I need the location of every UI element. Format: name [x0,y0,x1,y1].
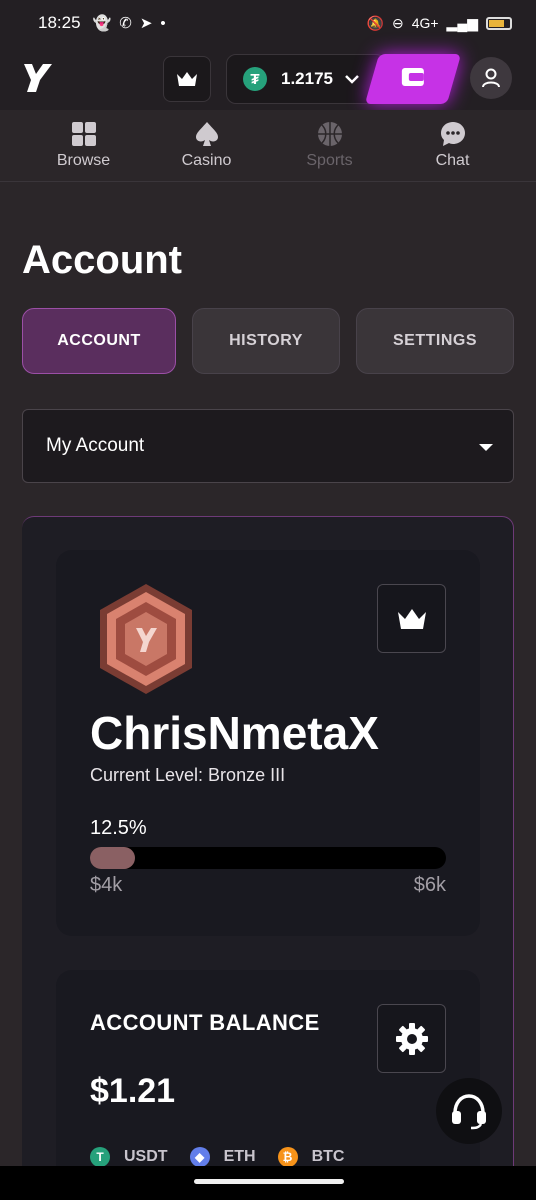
dnd-icon: ⊖ [391,14,404,31]
signal-icon: ▂▄▆ [446,14,478,31]
main-nav: Browse Casino Sports Chat [0,110,536,182]
progress-range-high: $6k [413,874,446,896]
dot-icon: • [160,14,166,32]
eth-coin-icon: ◆ [189,1147,210,1167]
network-label: 4G+ [411,15,439,31]
app-header: ₮ 1.2175 [0,46,536,110]
crown-icon [397,608,426,629]
coin-label-eth[interactable]: ETH [224,1148,256,1166]
wallet-amount: 1.2175 [281,69,333,88]
telegram-icon: ➤ [139,15,153,32]
gear-icon [395,1022,428,1055]
status-bar: 18:25 👻 ✆ ➤ • 🔕 ⊖ 4G+ ▂▄▆ [0,0,536,46]
status-time: 18:25 [38,13,81,32]
crown-icon [177,72,197,86]
btc-coin-icon: ₿ [277,1147,298,1167]
caret-down-icon [479,444,493,451]
profile-button[interactable] [470,57,512,99]
support-chat-button[interactable] [436,1078,502,1144]
home-indicator[interactable] [194,1179,344,1184]
wallet-icon [402,67,424,86]
coin-list: T USDT ◆ ETH ₿ BTC [90,1147,366,1167]
mute-icon: 🔕 [366,14,384,31]
notification-icons: 👻 ✆ ➤ • [92,14,166,33]
account-section-value: My Account [46,435,145,456]
current-level: Current Level: Bronze III [90,765,286,785]
page-title: Account [22,238,182,282]
chat-bubble-icon [440,122,465,146]
nav-browse[interactable]: Browse [22,110,145,181]
nav-sports-label: Sports [306,152,353,169]
nav-chat[interactable]: Chat [391,110,514,181]
balance-title: ACCOUNT BALANCE [90,1010,320,1035]
nav-chat-label: Chat [435,152,470,169]
progress-range-low: $4k [90,874,123,896]
level-progress-fill [90,847,135,869]
battery-icon [486,16,512,30]
coin-label-btc[interactable]: BTC [312,1148,345,1166]
user-icon [482,68,500,88]
nav-casino[interactable]: Casino [145,110,268,181]
level-progress-bar [90,847,446,869]
tether-icon: ₮ [243,67,267,91]
usdt-coin-icon: T [90,1147,110,1167]
wallet-selector[interactable]: ₮ 1.2175 [226,54,386,104]
vip-button[interactable] [163,56,211,102]
basketball-icon [317,122,342,146]
tab-settings[interactable]: SETTINGS [356,308,514,374]
chevron-down-icon [345,75,359,84]
coin-label-usdt[interactable]: USDT [124,1148,168,1166]
deposit-button[interactable] [364,54,462,104]
whatsapp-icon: ✆ [119,15,132,32]
balance-amount: $1.21 [90,1072,176,1110]
username: ChrisNmetaX [90,707,379,759]
progress-percent: 12.5% [90,817,147,839]
balance-settings-button[interactable] [377,1004,446,1073]
snapchat-icon: 👻 [92,15,112,32]
nav-sports[interactable]: Sports [268,110,391,181]
vip-crown-button[interactable] [377,584,446,653]
headset-icon [452,1094,486,1130]
grid-icon [71,122,96,146]
bronze-rank-badge-icon [100,584,192,694]
tab-history[interactable]: HISTORY [192,308,340,374]
account-section-select[interactable]: My Account [22,409,514,483]
brand-logo[interactable] [22,60,54,94]
nav-browse-label: Browse [56,152,111,169]
tab-account[interactable]: ACCOUNT [22,308,176,374]
spade-icon [195,122,218,146]
system-gesture-bar [0,1166,536,1200]
nav-casino-label: Casino [181,152,232,169]
